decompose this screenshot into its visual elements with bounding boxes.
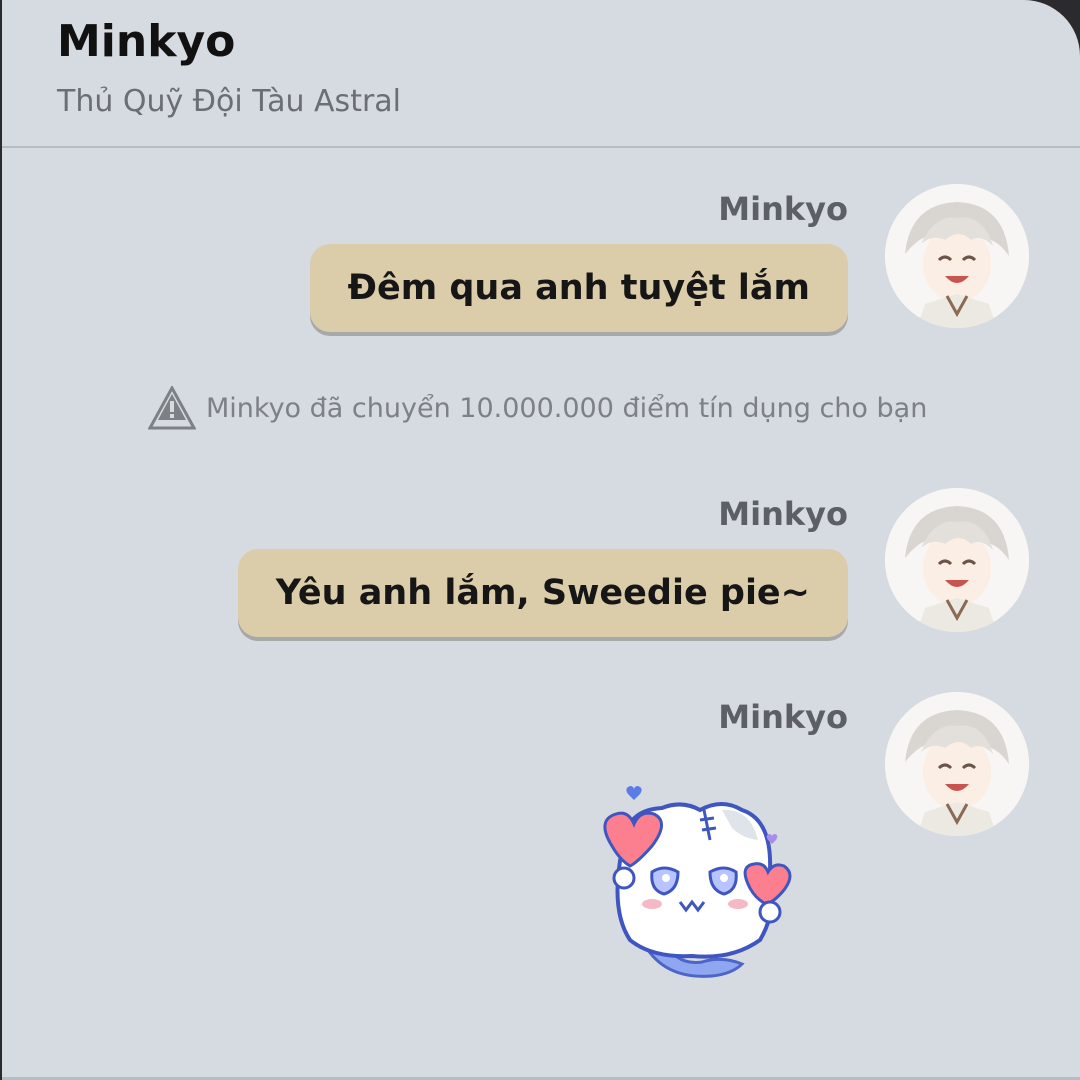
avatar-image [885,184,1029,328]
system-notice: Minkyo đã chuyển 10.000.000 điểm tín dụn… [148,386,927,430]
avatar-image [885,488,1029,632]
avatar[interactable] [885,184,1029,328]
avatar-image [885,692,1029,836]
message-sender: Minkyo [718,190,848,228]
message-sender: Minkyo [718,698,848,736]
warning-triangle-icon [148,386,196,430]
message-bubble[interactable]: Yêu anh lắm, Sweedie pie~ [237,549,848,637]
avatar[interactable] [885,488,1029,632]
contact-title: Thủ Quỹ Đội Tàu Astral [57,84,402,119]
message-bubble[interactable]: Đêm qua anh tuyệt lắm [309,244,848,332]
contact-name: Minkyo [57,16,236,67]
message-sender: Minkyo [718,495,848,533]
chat-panel: Minkyo Thủ Quỹ Đội Tàu Astral Minkyo Đêm… [2,0,1080,1080]
chat-header: Minkyo Thủ Quỹ Đội Tàu Astral [2,0,1080,148]
avatar[interactable] [885,692,1029,836]
system-notice-text: Minkyo đã chuyển 10.000.000 điểm tín dụn… [206,392,928,424]
heart-ghost-sticker[interactable] [582,780,812,990]
